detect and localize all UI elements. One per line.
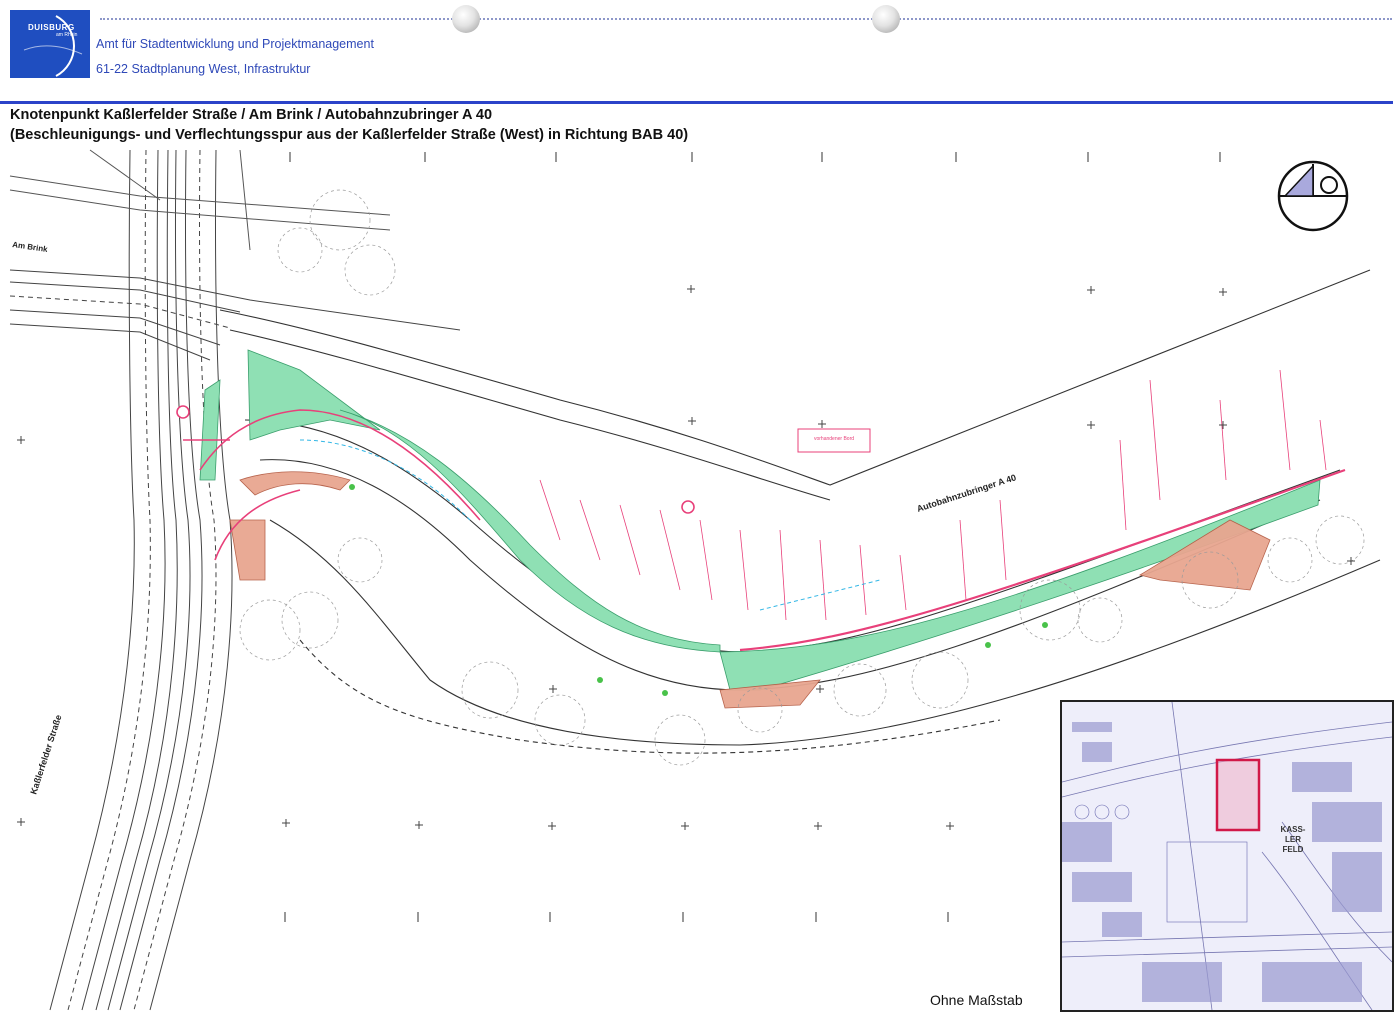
punch-hole xyxy=(872,5,900,33)
logo-text: DUISBURG xyxy=(28,23,75,32)
punch-hole xyxy=(452,5,480,33)
inset-focus-area xyxy=(1215,758,1261,832)
department-name: Amt für Stadtentwicklung und Projektmana… xyxy=(96,37,374,51)
overview-inset-map xyxy=(1060,700,1394,1012)
logo-subtext: am Rhein xyxy=(56,32,78,38)
page-subtitle: (Beschleunigungs- und Verflechtungsspur … xyxy=(10,127,689,143)
street-label-am-brink: Am Brink xyxy=(12,240,49,254)
road-am-brink xyxy=(9,269,461,361)
scale-label: Ohne Maßstab xyxy=(930,992,1023,1008)
logo-arc-icon xyxy=(23,15,83,77)
duisburg-logo: DUISBURG am Rhein xyxy=(10,10,90,78)
street-label-kasslerfelder: Kaßlerfelder Straße xyxy=(28,714,63,796)
page-header: DUISBURG am Rhein Amt für Stadtentwicklu… xyxy=(0,0,1400,108)
perforation-line xyxy=(100,18,1392,20)
road-kasslerfelder xyxy=(49,149,233,1011)
page-title: Knotenpunkt Kaßlerfelder Straße / Am Bri… xyxy=(10,107,493,123)
street-label-a40: Autobahnzubringer A 40 xyxy=(916,472,1018,514)
alignment-lines xyxy=(183,409,1346,652)
road-a40 xyxy=(219,269,1381,754)
header-rule xyxy=(0,101,1393,104)
inset-map-drawing xyxy=(1062,702,1392,1010)
note-box-text: vorhandener Bord xyxy=(814,436,854,442)
division-name: 61-22 Stadtplanung West, Infrastruktur xyxy=(96,62,311,76)
tree-canopies xyxy=(239,189,1365,766)
inset-district-label: KASS- LER FELD xyxy=(1280,825,1306,854)
north-arrow-icon xyxy=(1277,160,1349,232)
